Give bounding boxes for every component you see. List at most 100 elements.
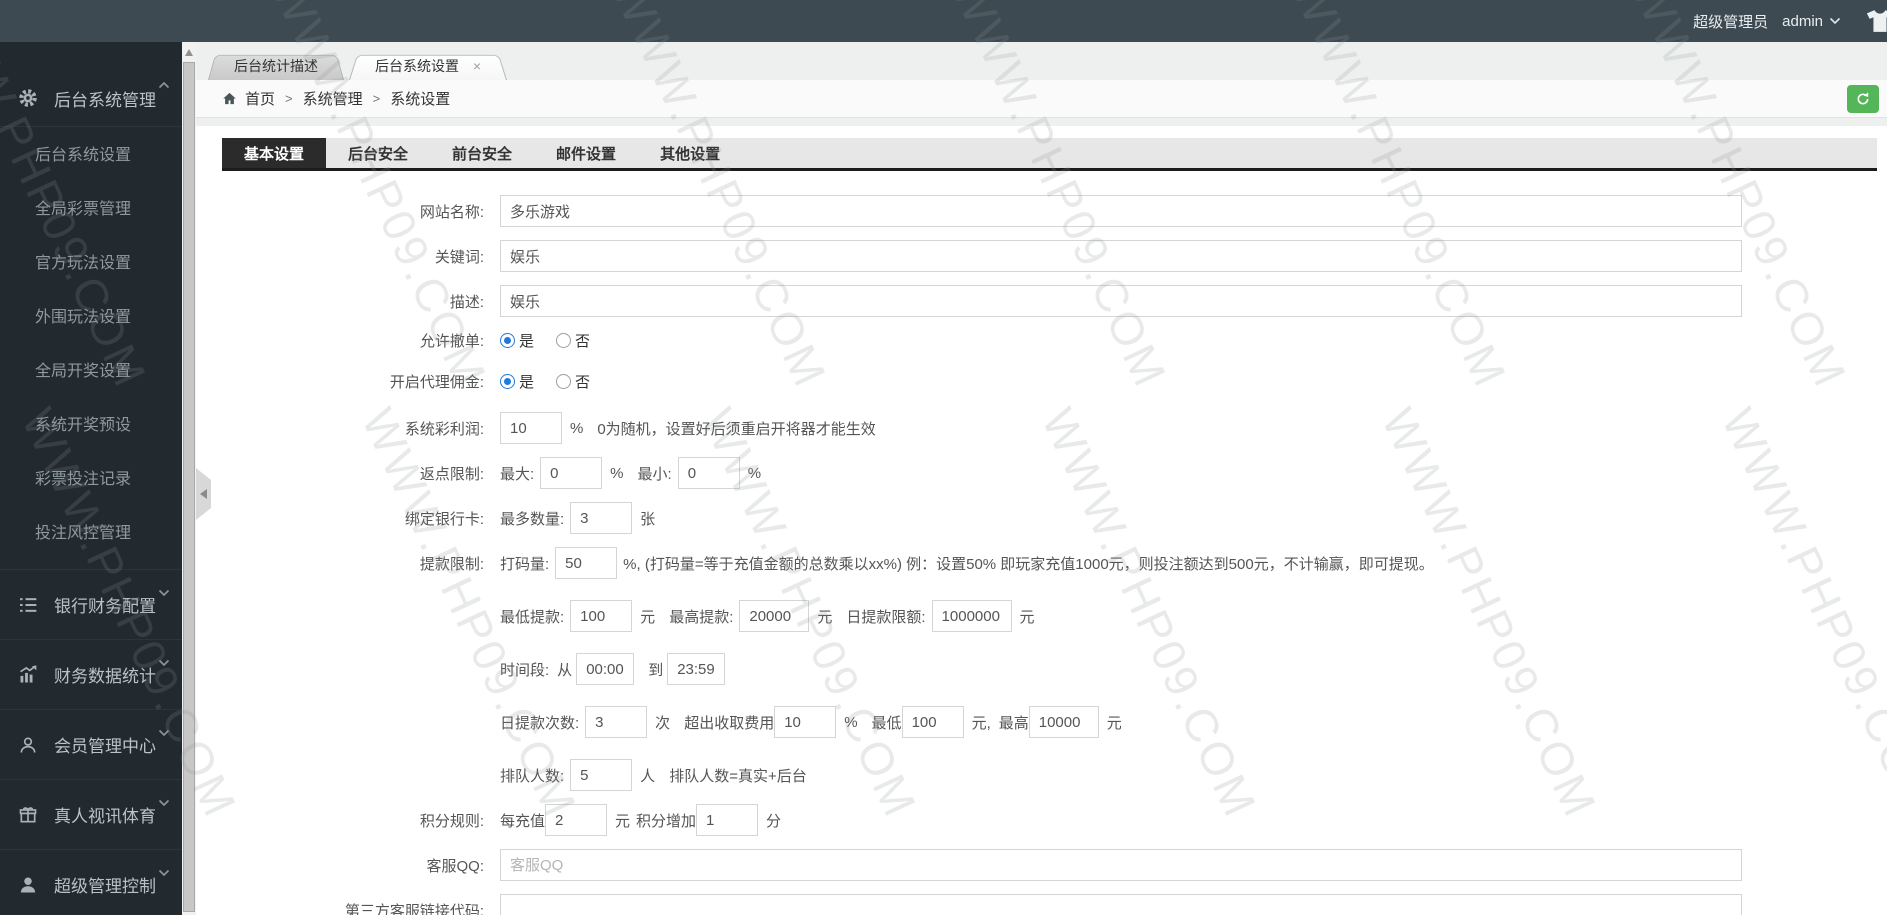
- allow-cancel-row: 允许撤单: 是 否: [222, 330, 1887, 351]
- tab-backend-stats[interactable]: 后台统计描述: [208, 52, 344, 80]
- dama-hint: %, (打码量=等于充值金额的总数乘以xx%) 例：设置50% 即玩家充值100…: [623, 555, 1434, 573]
- description-input[interactable]: [500, 285, 1742, 317]
- sidebar-item-lottery-manage[interactable]: 全局彩票管理: [0, 183, 182, 237]
- withdraw-max-label: 最高提款:: [669, 608, 734, 626]
- queue-label: 排队人数:: [500, 767, 565, 785]
- chevron-down-icon: [158, 652, 170, 672]
- rebate-max-input[interactable]: [540, 457, 603, 489]
- withdraw-daily-input[interactable]: [931, 600, 1012, 632]
- rebate-min-input[interactable]: [677, 457, 740, 489]
- scroll-up-arrow-icon[interactable]: [185, 45, 193, 56]
- system-profit-input[interactable]: [500, 412, 562, 444]
- username[interactable]: admin: [1782, 13, 1823, 30]
- agent-commission-row: 开启代理佣金: 是 否: [222, 371, 1887, 392]
- system-profit-row: 系统彩利润: % 0为随机，设置好后须重启开将器才能生效: [222, 412, 1887, 444]
- chevron-down-icon: [158, 582, 170, 602]
- radio-no-label[interactable]: 否: [575, 330, 590, 351]
- settings-tabbar: 基本设置 后台安全 前台安全 邮件设置 其他设置: [222, 138, 1877, 171]
- breadcrumb-current: 系统设置: [390, 91, 451, 108]
- fee-max-input[interactable]: [1028, 706, 1099, 738]
- sidebar-collapse-handle[interactable]: [196, 468, 211, 520]
- withdraw-max-input[interactable]: [739, 600, 810, 632]
- fee-min-input[interactable]: [901, 706, 964, 738]
- tab-backend-settings[interactable]: 后台系统设置 ×: [349, 52, 507, 80]
- points-add-input[interactable]: [696, 804, 759, 836]
- radio-yes-label[interactable]: 是: [519, 371, 534, 392]
- ordered-list-icon: [18, 595, 38, 615]
- sidebar-group-bank-finance[interactable]: 银行财务配置: [0, 569, 182, 639]
- queue-input[interactable]: [570, 759, 633, 791]
- agent-commission-label: 开启代理佣金:: [389, 374, 484, 391]
- refresh-button[interactable]: [1847, 85, 1879, 113]
- sidebar-item-draw-settings[interactable]: 全局开奖设置: [0, 345, 182, 399]
- yuan-unit: 元,: [971, 714, 991, 732]
- vertical-scrollbar[interactable]: [182, 42, 196, 915]
- sidebar-item-bet-records[interactable]: 彩票投注记录: [0, 453, 182, 507]
- dama-label: 打码量:: [500, 555, 550, 573]
- tab-other-settings[interactable]: 其他设置: [638, 138, 742, 168]
- points-unit: 分: [766, 812, 782, 830]
- radio-yes[interactable]: [500, 333, 515, 348]
- content-area: 后台统计描述 后台系统设置 × 首页 > 系统管理 > 系统设置 基本设置 后台…: [196, 42, 1887, 915]
- sidebar-item-draw-preset[interactable]: 系统开奖预设: [0, 399, 182, 453]
- sidebar-group-member-center[interactable]: 会员管理中心: [0, 709, 182, 779]
- withdraw-times-input[interactable]: [585, 706, 648, 738]
- fee-input[interactable]: [774, 706, 837, 738]
- yuan-unit: 元: [1106, 714, 1122, 732]
- fee-max-label: 最高: [998, 714, 1029, 732]
- sidebar-group-finance-stats[interactable]: 财务数据统计: [0, 639, 182, 709]
- bank-card-qty-input[interactable]: [570, 502, 633, 534]
- site-name-input[interactable]: [500, 195, 1742, 227]
- percent-unit: %: [610, 464, 624, 482]
- radio-no-label[interactable]: 否: [575, 371, 590, 392]
- scrollbar-thumb[interactable]: [183, 62, 195, 912]
- breadcrumb-system-manage[interactable]: 系统管理: [303, 88, 363, 109]
- sidebar-item-official-play[interactable]: 官方玩法设置: [0, 237, 182, 291]
- points-rule-row: 积分规则: 每充值 元 积分增加 分: [222, 804, 1887, 836]
- tab-backend-security[interactable]: 后台安全: [326, 138, 430, 168]
- radio-no[interactable]: [556, 374, 572, 389]
- time-from-label: 从: [557, 661, 573, 679]
- time-from-input[interactable]: [576, 653, 635, 685]
- user-outline-icon: [18, 735, 38, 755]
- withdraw-times-label: 日提款次数:: [500, 714, 580, 732]
- sidebar-group-system-manage[interactable]: 后台系统管理: [0, 70, 182, 126]
- breadcrumb-separator: >: [372, 91, 381, 106]
- user-solid-icon: [18, 875, 38, 895]
- sidebar-group-label: 会员管理中心: [54, 737, 156, 756]
- window-tabstrip: 后台统计描述 后台系统设置 ×: [196, 42, 1887, 80]
- sidebar-item-peripheral-play[interactable]: 外围玩法设置: [0, 291, 182, 345]
- home-icon[interactable]: [222, 91, 237, 106]
- withdraw-min-label: 最低提款:: [500, 608, 565, 626]
- sidebar-group-live-sports[interactable]: 真人视讯体育: [0, 779, 182, 849]
- tab-frontend-security[interactable]: 前台安全: [430, 138, 534, 168]
- time-to-input[interactable]: [667, 653, 726, 685]
- bank-card-row: 绑定银行卡: 最多数量: 张: [222, 502, 1887, 534]
- service-qq-label: 客服QQ:: [426, 857, 484, 875]
- bank-card-label: 绑定银行卡:: [404, 510, 484, 528]
- radio-yes-label[interactable]: 是: [519, 330, 534, 351]
- radio-no[interactable]: [556, 333, 572, 348]
- radio-yes[interactable]: [500, 374, 515, 389]
- keywords-input[interactable]: [500, 240, 1742, 272]
- close-icon[interactable]: ×: [473, 58, 481, 74]
- tab-basic-settings[interactable]: 基本设置: [222, 138, 327, 168]
- sidebar-item-backend-settings[interactable]: 后台系统设置: [0, 129, 182, 183]
- service-qq-input[interactable]: [500, 849, 1742, 881]
- recharge-input[interactable]: [545, 804, 608, 836]
- rebate-limit-label: 返点限制:: [419, 465, 484, 483]
- service-qq-row: 客服QQ:: [222, 849, 1887, 881]
- sidebar-group-super-admin[interactable]: 超级管理控制: [0, 849, 182, 915]
- settings-panel: 基本设置 后台安全 前台安全 邮件设置 其他设置 网站名称: 关键词: 描述: …: [196, 126, 1887, 915]
- sidebar: 后台系统管理 后台系统设置 全局彩票管理 官方玩法设置 外围玩法设置 全局开奖设…: [0, 42, 182, 915]
- gear-icon: [18, 88, 38, 108]
- chevron-down-icon[interactable]: [1829, 17, 1841, 25]
- breadcrumb: 首页 > 系统管理 > 系统设置: [196, 80, 1887, 118]
- withdraw-min-input[interactable]: [570, 600, 633, 632]
- breadcrumb-home[interactable]: 首页: [245, 88, 275, 109]
- dama-input[interactable]: [555, 547, 618, 579]
- third-party-input[interactable]: [500, 894, 1742, 915]
- sidebar-item-risk-manage[interactable]: 投注风控管理: [0, 507, 182, 561]
- shirt-icon[interactable]: [1865, 9, 1887, 38]
- tab-mail-settings[interactable]: 邮件设置: [534, 138, 638, 168]
